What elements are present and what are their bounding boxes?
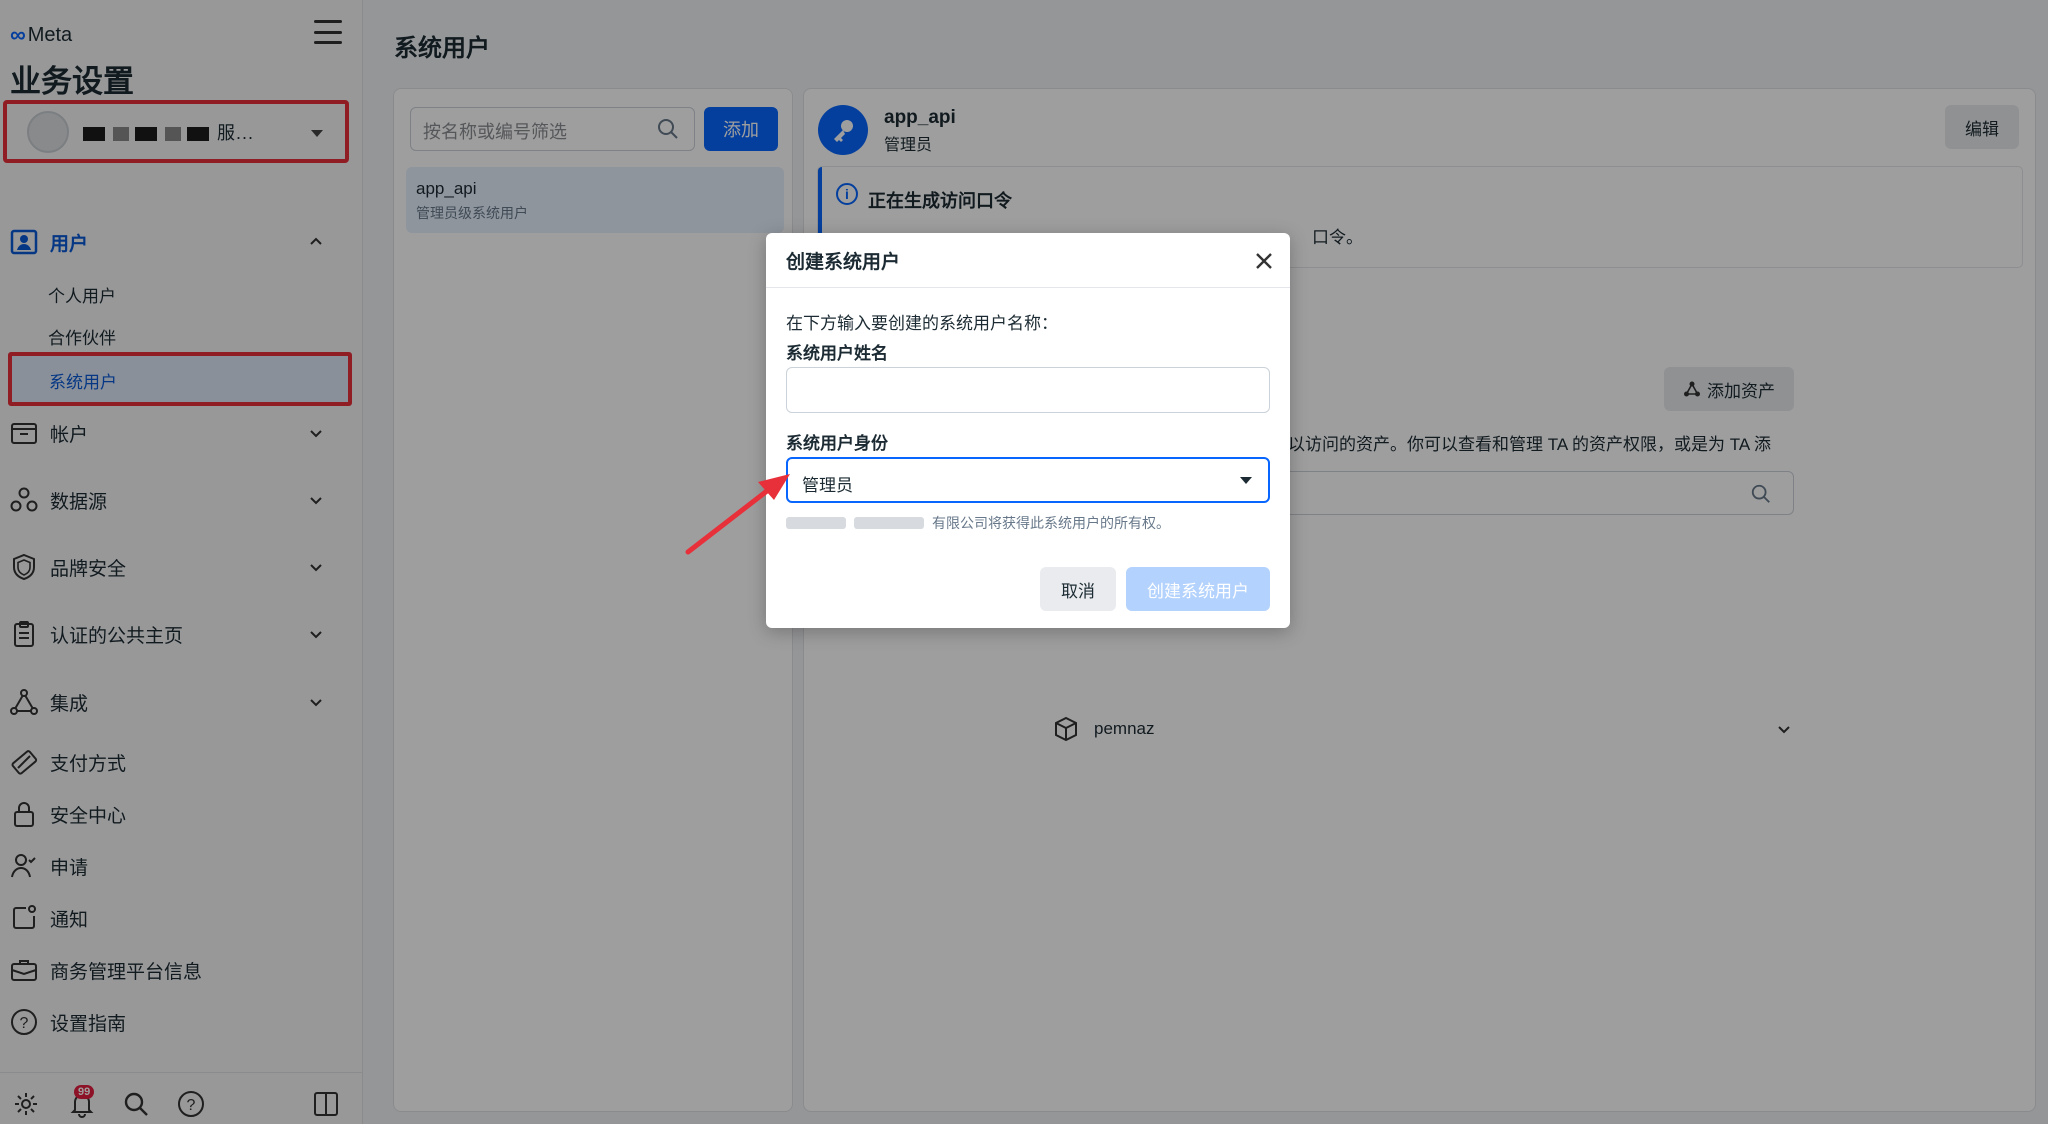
close-icon[interactable]	[1250, 247, 1278, 275]
annotation-arrow-icon	[685, 474, 790, 555]
system-user-role-label: 系统用户身份	[786, 434, 888, 453]
ownership-note-text: 有限公司将获得此系统用户的所有权。	[932, 515, 1170, 531]
ownership-note: 有限公司将获得此系统用户的所有权。	[786, 513, 1170, 533]
caret-down-icon	[1240, 477, 1252, 484]
create-system-user-button[interactable]: 创建系统用户	[1126, 567, 1270, 611]
create-system-user-dialog: 创建系统用户 在下方输入要创建的系统用户名称： 系统用户姓名 系统用户身份 管理…	[766, 233, 1290, 628]
system-user-name-label: 系统用户姓名	[786, 344, 888, 363]
role-select-value: 管理员	[802, 476, 853, 495]
dialog-title: 创建系统用户	[786, 252, 901, 273]
system-user-name-input[interactable]	[786, 367, 1270, 413]
dialog-divider	[766, 287, 1290, 288]
dialog-instruction: 在下方输入要创建的系统用户名称：	[786, 314, 1058, 333]
system-user-role-select[interactable]: 管理员	[786, 457, 1270, 503]
cancel-button[interactable]: 取消	[1040, 567, 1116, 611]
